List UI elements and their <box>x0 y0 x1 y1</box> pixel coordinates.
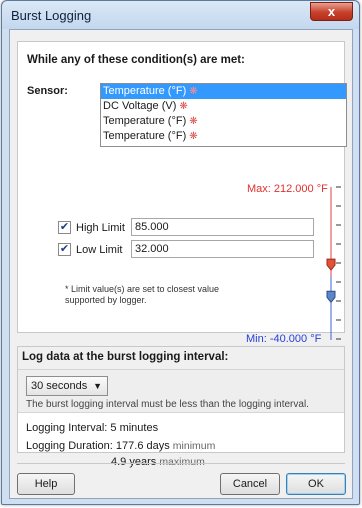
chevron-down-icon: ▼ <box>93 381 102 391</box>
conditions-panel: While any of these condition(s) are met:… <box>17 41 347 345</box>
burst-logging-dialog: Burst Logging x While any of these condi… <box>1 0 360 505</box>
sensor-label: Sensor: <box>27 85 68 97</box>
help-button[interactable]: Help <box>17 473 75 495</box>
alarm-bell-icon: ❋ <box>189 86 198 97</box>
dialog-body: While any of these condition(s) are met:… <box>9 29 353 499</box>
sensor-list[interactable]: Temperature (°F) ❋ DC Voltage (V) ❋ Temper… <box>100 83 347 147</box>
interval-heading-bar: Log data at the burst logging interval: <box>18 347 344 369</box>
duration-max-value: 4.9 years <box>111 456 157 468</box>
burst-interval-dropdown[interactable]: 30 seconds ▼ <box>26 376 108 396</box>
duration-min-value: 177.6 days <box>115 440 170 452</box>
low-limit-input[interactable]: 32.000 <box>131 240 314 258</box>
close-button[interactable]: x <box>310 2 353 21</box>
slider-ticks <box>336 186 341 340</box>
conditions-heading: While any of these condition(s) are met: <box>27 54 245 66</box>
sensor-item[interactable]: DC Voltage (V) ❋ <box>101 99 346 114</box>
cancel-button[interactable]: Cancel <box>220 473 280 495</box>
ok-button[interactable]: OK <box>286 473 346 495</box>
alarm-bell-icon: ❋ <box>189 116 198 127</box>
logging-interval-label: Logging Interval: <box>26 422 108 434</box>
logging-duration-max-row: 4.9 years maximum <box>111 456 205 468</box>
low-limit-label: Low Limit <box>76 244 123 256</box>
limit-note: * Limit value(s) are set to closest valu… <box>65 284 220 305</box>
sensor-item-label: Temperature (°F) <box>103 85 187 97</box>
high-limit-slider-thumb[interactable] <box>326 258 336 271</box>
burst-interval-value: 30 seconds <box>31 380 88 392</box>
sensor-item[interactable]: Temperature (°F) ❋ <box>101 114 346 129</box>
logging-interval-value: 5 minutes <box>110 422 159 434</box>
logging-duration-label: Logging Duration: <box>26 440 113 452</box>
sensor-item[interactable]: Temperature (°F) ❋ <box>101 84 346 99</box>
alarm-bell-icon: ❋ <box>179 101 188 112</box>
sensor-item[interactable]: Temperature (°F) ❋ <box>101 129 346 144</box>
high-limit-input[interactable]: 85.000 <box>131 218 314 236</box>
title-bar: Burst Logging x <box>2 1 359 29</box>
interval-note: The burst logging interval must be less … <box>26 399 309 410</box>
high-limit-label: High Limit <box>76 222 125 234</box>
low-limit-checkbox[interactable]: ✔ <box>58 243 71 256</box>
interval-heading: Log data at the burst logging interval: <box>22 351 229 363</box>
high-limit-checkbox[interactable]: ✔ <box>58 221 71 234</box>
sensor-item-label: Temperature (°F) <box>103 130 187 142</box>
dialog-title: Burst Logging <box>11 8 92 23</box>
footer-divider <box>17 463 345 464</box>
duration-max-qualifier: maximum <box>159 456 205 468</box>
interval-panel: Log data at the burst logging interval: … <box>17 346 345 453</box>
sensor-item-label: DC Voltage (V) <box>103 100 177 112</box>
limit-slider[interactable] <box>318 180 348 350</box>
alarm-bell-icon: ❋ <box>189 131 198 142</box>
logging-interval-row: Logging Interval: 5 minutes <box>26 422 158 434</box>
min-value-label: Min: -40.000 °F <box>246 333 322 345</box>
sensor-item-label: Temperature (°F) <box>103 115 187 127</box>
duration-min-qualifier: minimum <box>172 440 216 452</box>
low-limit-slider-thumb[interactable] <box>326 290 336 304</box>
max-value-label: Max: 212.000 °F <box>247 183 328 195</box>
logging-duration-row: Logging Duration: 177.6 days minimum <box>26 440 215 452</box>
